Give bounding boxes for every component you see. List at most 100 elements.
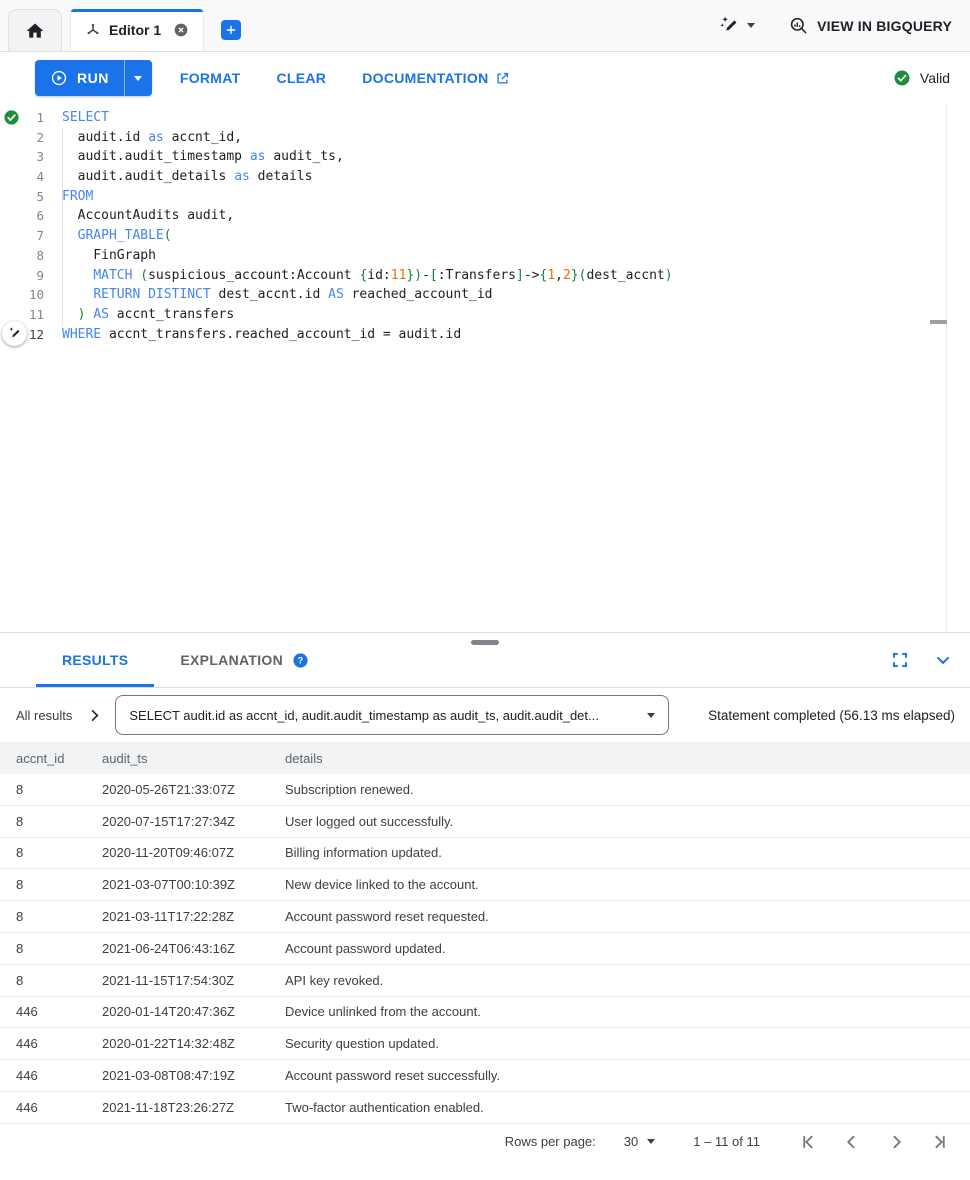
table-row: 82021-11-15T17:54:30ZAPI key revoked. xyxy=(0,965,970,997)
table-cell: 2021-03-11T17:22:28Z xyxy=(86,909,269,924)
chevron-down-icon xyxy=(647,1139,655,1144)
chevron-right-icon[interactable] xyxy=(87,708,102,723)
fullscreen-icon[interactable] xyxy=(891,651,909,669)
clear-label: CLEAR xyxy=(276,70,326,86)
line-number: 2 xyxy=(0,128,44,148)
code-line[interactable]: 11 ) AS accnt_transfers xyxy=(0,305,970,325)
results-panel-controls xyxy=(891,650,970,670)
gemini-assist-button[interactable] xyxy=(719,15,755,36)
validation-status: Valid xyxy=(893,69,956,87)
query-valid-icon xyxy=(3,109,20,126)
close-tab-icon[interactable] xyxy=(173,22,189,38)
code-line[interactable]: 4 audit.audit_details as details xyxy=(0,167,970,187)
table-cell: 446 xyxy=(0,1004,86,1019)
statement-status: Statement completed (56.13 ms elapsed) xyxy=(708,708,970,723)
code-line[interactable]: 9 MATCH (suspicious_account:Account {id:… xyxy=(0,266,970,286)
gemini-edit-button[interactable] xyxy=(2,321,27,346)
view-in-bigquery-button[interactable]: VIEW IN BIGQUERY xyxy=(789,16,952,35)
code-line[interactable]: 5FROM xyxy=(0,187,970,207)
code-text: GRAPH_TABLE( xyxy=(44,226,172,246)
open-in-new-icon xyxy=(495,71,510,86)
chevron-down-icon xyxy=(647,713,655,718)
table-row: 82021-03-07T00:10:39ZNew device linked t… xyxy=(0,869,970,901)
table-row: 4462020-01-22T14:32:48ZSecurity question… xyxy=(0,1028,970,1060)
validation-status-label: Valid xyxy=(920,70,950,86)
clear-button[interactable]: CLEAR xyxy=(276,70,326,86)
home-tab[interactable] xyxy=(8,9,62,51)
line-number: 10 xyxy=(0,285,44,305)
column-header: audit_ts xyxy=(86,751,269,766)
table-cell: User logged out successfully. xyxy=(269,814,970,829)
first-page-icon[interactable] xyxy=(798,1132,818,1152)
table-cell: 446 xyxy=(0,1036,86,1051)
column-header: details xyxy=(269,751,970,766)
table-cell: 2020-05-26T21:33:07Z xyxy=(86,782,269,797)
run-button[interactable]: RUN xyxy=(35,60,124,96)
sql-editor[interactable]: 1SELECT2 audit.id as accnt_id,3 audit.au… xyxy=(0,104,970,632)
line-number: 3 xyxy=(0,147,44,167)
line-number: 8 xyxy=(0,246,44,266)
tab-editor-1[interactable]: Editor 1 xyxy=(70,9,204,51)
results-panel: RESULTS EXPLANATION ? All results SELECT… xyxy=(0,632,970,1180)
table-cell: Account password reset requested. xyxy=(269,909,970,924)
run-options-button[interactable] xyxy=(125,60,152,96)
line-number: 9 xyxy=(0,266,44,286)
panel-resize-handle[interactable] xyxy=(471,640,499,645)
tab-results[interactable]: RESULTS xyxy=(36,633,154,687)
line-number: 5 xyxy=(0,187,44,207)
rows-per-page-select[interactable]: 30 xyxy=(624,1134,655,1149)
tab-explanation[interactable]: EXPLANATION ? xyxy=(154,633,335,687)
results-table-header: accnt_idaudit_tsdetails xyxy=(0,742,970,774)
pagination-controls xyxy=(798,1132,950,1152)
editor-scrollbar-thumb[interactable] xyxy=(930,320,947,324)
help-icon[interactable]: ? xyxy=(292,652,309,669)
next-page-icon[interactable] xyxy=(886,1132,906,1152)
code-line[interactable]: 12WHERE accnt_transfers.reached_account_… xyxy=(0,325,970,345)
code-text: RETURN DISTINCT dest_accnt.id AS reached… xyxy=(44,285,493,305)
results-pagination: Rows per page: 30 1 – 11 of 11 xyxy=(0,1124,970,1160)
code-text: audit.id as accnt_id, xyxy=(44,128,242,148)
code-line[interactable]: 3 audit.audit_timestamp as audit_ts, xyxy=(0,147,970,167)
code-line[interactable]: 6 AccountAudits audit, xyxy=(0,206,970,226)
code-line[interactable]: 8 FinGraph xyxy=(0,246,970,266)
editor-tab-label: Editor 1 xyxy=(109,22,161,38)
table-row: 82020-05-26T21:33:07ZSubscription renewe… xyxy=(0,774,970,806)
table-row: 4462021-11-18T23:26:27ZTwo-factor authen… xyxy=(0,1092,970,1124)
code-text: WHERE accnt_transfers.reached_account_id… xyxy=(44,325,461,345)
code-line[interactable]: 1SELECT xyxy=(0,108,970,128)
chevron-down-icon xyxy=(747,23,755,28)
code-lines: 1SELECT2 audit.id as accnt_id,3 audit.au… xyxy=(0,104,970,344)
code-text: AccountAudits audit, xyxy=(44,206,234,226)
run-button-group: RUN xyxy=(35,60,152,96)
query-lens-icon xyxy=(789,16,808,35)
home-icon xyxy=(25,21,45,41)
code-text: MATCH (suspicious_account:Account {id:11… xyxy=(44,266,673,286)
code-line[interactable]: 7 GRAPH_TABLE( xyxy=(0,226,970,246)
table-row: 4462020-01-14T20:47:36ZDevice unlinked f… xyxy=(0,997,970,1029)
indent-guide xyxy=(62,128,63,325)
documentation-link[interactable]: DOCUMENTATION xyxy=(362,70,510,86)
collapse-panel-icon[interactable] xyxy=(933,650,953,670)
table-cell: 2021-06-24T06:43:16Z xyxy=(86,941,269,956)
results-query-row: All results SELECT audit.id as accnt_id,… xyxy=(0,688,970,742)
statement-selector[interactable]: SELECT audit.id as accnt_id, audit.audit… xyxy=(115,695,669,735)
table-cell: 2021-03-07T00:10:39Z xyxy=(86,877,269,892)
add-tab-button[interactable] xyxy=(221,20,241,40)
last-page-icon[interactable] xyxy=(930,1132,950,1152)
format-button[interactable]: FORMAT xyxy=(180,70,241,86)
table-cell: 2020-11-20T09:46:07Z xyxy=(86,845,269,860)
view-in-bigquery-label: VIEW IN BIGQUERY xyxy=(817,18,952,34)
table-row: 4462021-03-08T08:47:19ZAccount password … xyxy=(0,1060,970,1092)
column-header: accnt_id xyxy=(0,751,86,766)
rows-per-page-value: 30 xyxy=(624,1134,638,1149)
table-cell: 2020-07-15T17:27:34Z xyxy=(86,814,269,829)
code-line[interactable]: 2 audit.id as accnt_id, xyxy=(0,128,970,148)
chevron-down-icon xyxy=(134,76,142,81)
table-cell: 446 xyxy=(0,1100,86,1115)
pagination-range: 1 – 11 of 11 xyxy=(693,1134,760,1149)
previous-page-icon[interactable] xyxy=(842,1132,862,1152)
table-cell: Billing information updated. xyxy=(269,845,970,860)
results-tab-label: RESULTS xyxy=(62,652,128,668)
code-line[interactable]: 10 RETURN DISTINCT dest_accnt.id AS reac… xyxy=(0,285,970,305)
run-label: RUN xyxy=(77,70,109,86)
